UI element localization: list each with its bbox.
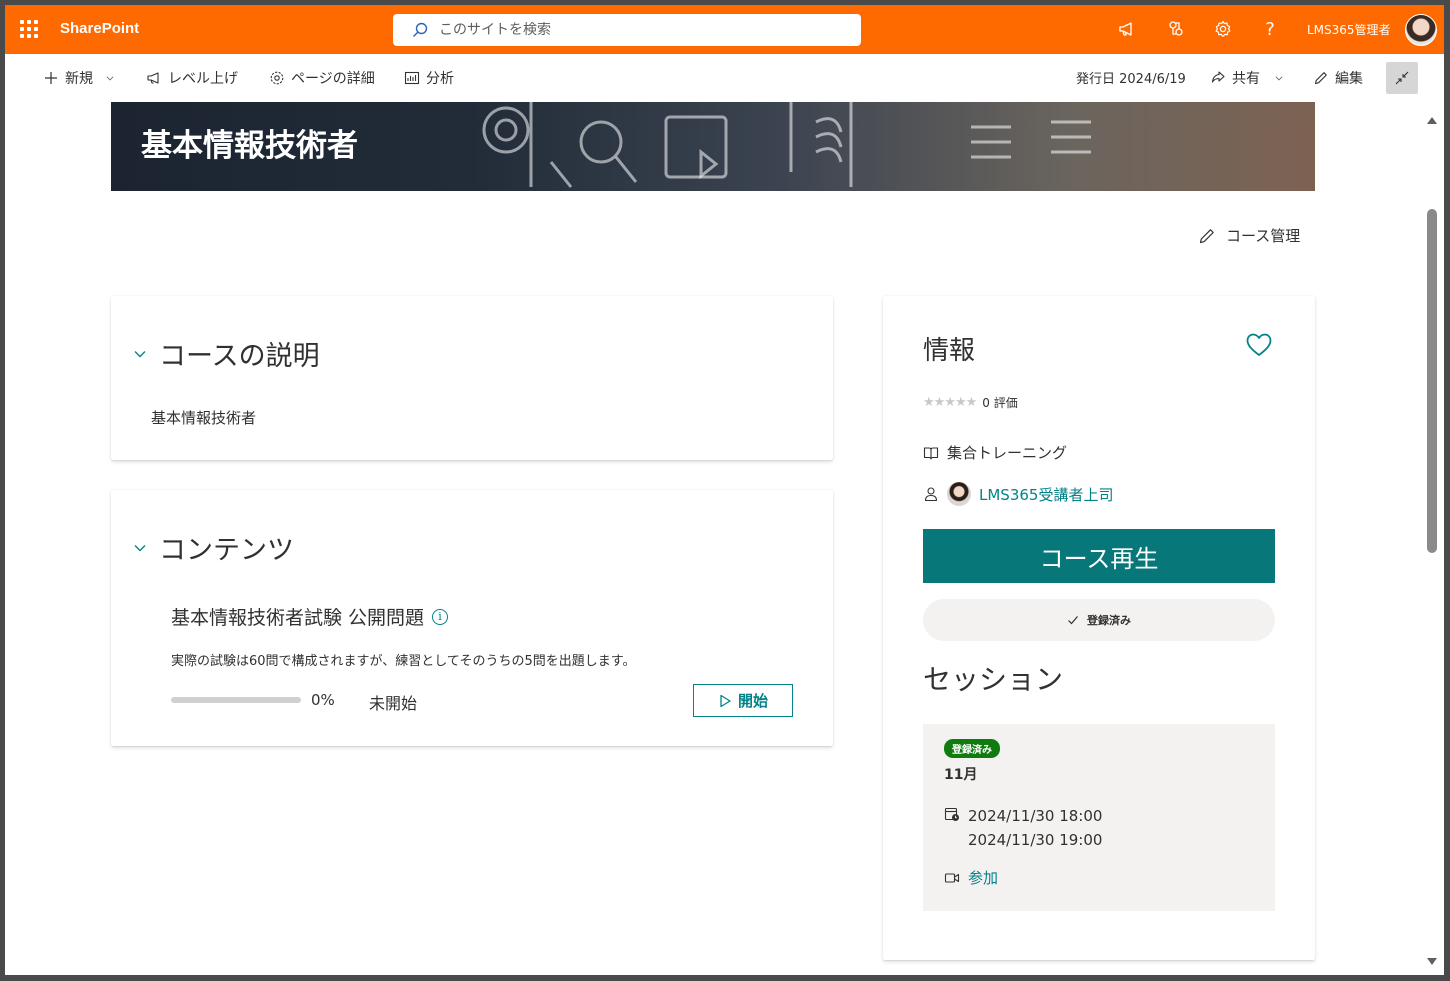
- banner-background-image: [482, 102, 1091, 188]
- description-toggle[interactable]: コースの説明: [133, 334, 320, 373]
- gear-icon: [270, 71, 284, 85]
- pencil-icon: [1199, 228, 1214, 243]
- collapse-header-button[interactable]: [1386, 62, 1418, 94]
- training-type-text: 集合トレーニング: [947, 444, 1068, 462]
- app-name[interactable]: SharePoint: [60, 20, 139, 37]
- analytics-icon: [404, 71, 420, 85]
- join-link[interactable]: 参加: [944, 867, 998, 888]
- status-badge: 登録済み: [944, 739, 1000, 758]
- chevron-down-icon: [106, 76, 114, 81]
- share-label: 共有: [1232, 71, 1260, 87]
- scroll-down-arrow-icon[interactable]: [1427, 958, 1437, 965]
- suite-bar: SharePoint ? LMS365管理者: [5, 5, 1444, 54]
- start-label: 開始: [737, 692, 768, 710]
- enrolled-button[interactable]: 登録済み: [923, 599, 1275, 641]
- play-icon: [720, 694, 731, 707]
- description-heading: コースの説明: [159, 341, 320, 372]
- chevron-down-icon: [134, 544, 146, 551]
- contents-toggle[interactable]: コンテンツ: [133, 528, 294, 567]
- status-text: 未開始: [369, 694, 418, 713]
- share-icon: [1211, 71, 1225, 83]
- scrollbar-thumb[interactable]: [1427, 209, 1437, 553]
- page-details-label: ページの詳細: [291, 71, 375, 87]
- progress-bar: [171, 697, 301, 703]
- progress-percent: 0%: [311, 691, 335, 709]
- join-label: 参加: [968, 869, 999, 887]
- chevron-down-icon: [1275, 76, 1283, 81]
- new-button[interactable]: 新規: [43, 68, 115, 88]
- search-input[interactable]: [439, 22, 839, 38]
- page-title: 基本情報技術者: [141, 128, 358, 164]
- heart-icon[interactable]: [1245, 332, 1273, 358]
- search-icon: [413, 22, 428, 37]
- megaphone-icon[interactable]: [1116, 18, 1138, 40]
- search-box[interactable]: [393, 14, 861, 46]
- chevron-down-icon: [134, 350, 146, 357]
- analytics-label: 分析: [426, 71, 454, 87]
- settings-icon[interactable]: [1212, 18, 1234, 40]
- session-end: 2024/11/30 19:00: [968, 831, 1103, 849]
- browser-window: SharePoint ? LMS365管理者 新規 レベル: [5, 5, 1444, 975]
- info-icon[interactable]: i: [432, 608, 449, 625]
- scroll-up-arrow-icon[interactable]: [1427, 117, 1437, 124]
- contents-card: コンテンツ 基本情報技術者試験 公開問題 i 実際の試験は60問で構成されますが…: [111, 490, 833, 746]
- edit-button[interactable]: 編集: [1313, 68, 1363, 88]
- rating[interactable]: ★★★★★ 0 評価: [923, 394, 1018, 411]
- course-admin-link[interactable]: コース管理: [1198, 225, 1300, 246]
- plus-icon: [45, 72, 57, 84]
- published-date: 発行日 2024/6/19: [1076, 72, 1186, 87]
- content-item-title-text: 基本情報技術者試験 公開問題: [171, 607, 425, 629]
- star-rating-icon: ★★★★★: [923, 395, 977, 410]
- promote-button[interactable]: レベル上げ: [146, 68, 238, 88]
- start-button[interactable]: 開始: [693, 684, 793, 717]
- command-bar: 新規 レベル上げ ページの詳細 分析 発行日 2024/6/19 共有 編集: [5, 54, 1444, 102]
- session-start: 2024/11/30 18:00: [968, 807, 1103, 825]
- info-heading: 情報: [923, 336, 976, 366]
- edit-label: 編集: [1335, 71, 1363, 87]
- pencil-icon: [1314, 72, 1327, 85]
- avatar[interactable]: [1405, 14, 1437, 46]
- user-name[interactable]: LMS365管理者: [1307, 21, 1391, 38]
- page-details-button[interactable]: ページの詳細: [269, 68, 375, 88]
- book-icon: [923, 446, 939, 460]
- share-button[interactable]: 共有: [1210, 68, 1284, 88]
- session-card: 登録済み 11月 2024/11/30 18:00 2024/11/30 19:…: [923, 724, 1275, 911]
- description-text: 基本情報技術者: [151, 409, 257, 427]
- rating-count: 0 評価: [982, 396, 1018, 410]
- course-description-card: コースの説明 基本情報技術者: [111, 296, 833, 460]
- course-admin-label: コース管理: [1226, 227, 1301, 245]
- instructor-link[interactable]: LMS365受講者上司: [979, 484, 1113, 505]
- vertical-scrollbar[interactable]: [1424, 113, 1440, 967]
- promote-label: レベル上げ: [168, 71, 238, 87]
- enrolled-label: 登録済み: [1087, 614, 1131, 627]
- calendar-clock-icon: [944, 807, 959, 821]
- session-heading: セッション: [923, 663, 1064, 696]
- training-type: 集合トレーニング: [923, 442, 1067, 463]
- content-item-title[interactable]: 基本情報技術者試験 公開問題 i: [171, 603, 449, 630]
- instructor: LMS365受講者上司: [923, 482, 1113, 506]
- collapse-icon: [1395, 71, 1409, 85]
- analytics-button[interactable]: 分析: [404, 68, 454, 88]
- instructor-avatar: [947, 482, 971, 506]
- session-month: 11月: [944, 767, 978, 783]
- checkmark-icon: [1068, 616, 1078, 625]
- megaphone-icon: [147, 72, 159, 84]
- course-play-button[interactable]: コース再生: [923, 529, 1275, 583]
- content-item-description: 実際の試験は60問で構成されますが、練習としてそのうちの5問を出題します。: [171, 654, 636, 669]
- info-card: 情報 ★★★★★ 0 評価 集合トレーニング LMS365受講者上司 コース再生…: [883, 296, 1315, 960]
- person-icon: [924, 487, 938, 502]
- video-icon: [944, 872, 960, 883]
- share-network-icon[interactable]: [1165, 18, 1187, 40]
- session-datetime: 2024/11/30 18:00 2024/11/30 19:00: [944, 804, 1102, 852]
- new-label: 新規: [65, 71, 93, 87]
- help-icon[interactable]: ?: [1259, 18, 1281, 40]
- contents-heading: コンテンツ: [159, 535, 294, 566]
- hero-banner: 基本情報技術者: [111, 102, 1315, 191]
- app-launcher-icon[interactable]: [20, 20, 38, 38]
